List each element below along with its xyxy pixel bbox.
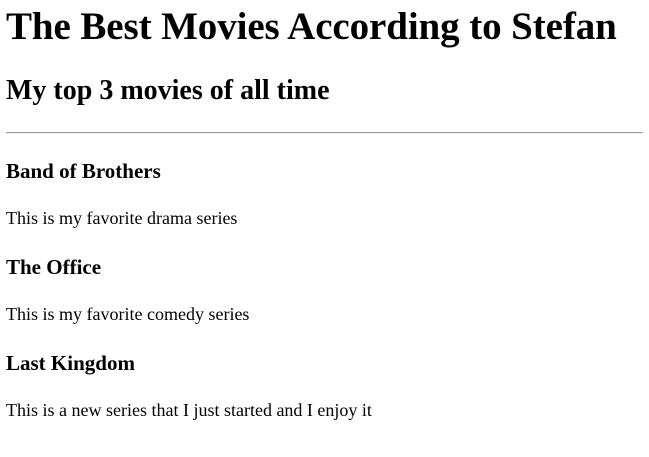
movie-description: This is a new series that I just started… [6, 400, 372, 420]
movie-item: Band of Brothers This is my favorite dra… [6, 159, 643, 229]
movie-item: The Office This is my favorite comedy se… [6, 255, 643, 325]
movie-title: Band of Brothers [6, 159, 161, 183]
movie-description: This is my favorite drama series [6, 208, 238, 228]
divider [6, 132, 643, 134]
page-subtitle: My top 3 movies of all time [6, 75, 330, 106]
page-title: The Best Movies According to Stefan [6, 5, 617, 48]
movie-description: This is my favorite comedy series [6, 304, 250, 324]
movie-title: The Office [6, 255, 102, 279]
movie-title: Last Kingdom [6, 351, 135, 375]
movie-item: Last Kingdom This is a new series that I… [6, 351, 643, 421]
